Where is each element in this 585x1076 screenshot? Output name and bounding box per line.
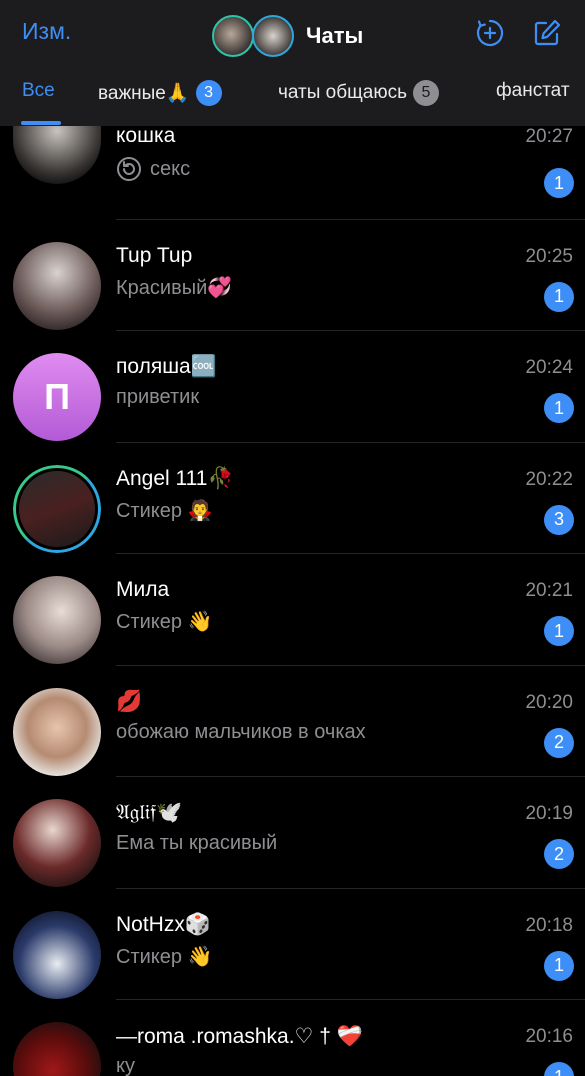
avatar <box>13 241 101 330</box>
chat-name: поляша🆒 <box>116 355 217 378</box>
title-group: Чаты <box>212 14 363 58</box>
story-avatar[interactable] <box>212 15 254 57</box>
avatar <box>13 576 101 664</box>
chat-time: 20:25 <box>525 245 573 267</box>
chat-preview-text: секс <box>150 157 191 180</box>
chats-screen: Изм. Чаты Все важные🙏 3 чаты общаюсь 5 ф… <box>0 0 585 1076</box>
chat-row[interactable]: 💋 обожаю мальчиков в очках 20:20 2 <box>0 666 585 777</box>
unread-badge: 2 <box>544 727 574 758</box>
avatar <box>13 464 101 553</box>
avatar <box>13 1022 101 1076</box>
chat-time: 20:21 <box>525 580 573 601</box>
page-title: Чаты <box>306 23 364 48</box>
unread-badge: 1 <box>544 616 574 646</box>
chat-time: 20:18 <box>525 914 573 936</box>
unread-badge: 3 <box>544 504 574 535</box>
chat-preview: Ема ты красивый <box>116 832 278 854</box>
avatar: П <box>13 353 101 441</box>
avatar-image <box>19 470 95 547</box>
tab-unread-badge: 3 <box>195 80 222 106</box>
chat-row[interactable]: П поляша🆒 приветик 20:24 1 <box>0 331 585 443</box>
story-avatar[interactable] <box>252 15 294 57</box>
avatar <box>13 799 101 887</box>
chat-preview: Стикер 👋 <box>116 945 213 968</box>
chat-list: кошка секс 20:27 1 Tup Tup Красивый💞 20:… <box>0 108 585 1076</box>
chat-time: 20:20 <box>525 691 573 713</box>
tab-important[interactable]: важные🙏 3 <box>98 80 222 106</box>
chat-row[interactable]: Мила Стикер 👋 20:21 1 <box>0 554 585 666</box>
chat-name: Tup Tup <box>116 243 193 267</box>
unread-badge: 1 <box>544 950 574 981</box>
chat-name: кошка <box>116 124 176 147</box>
compose-icon[interactable] <box>532 18 562 48</box>
chat-name: 💋 <box>116 689 143 713</box>
chat-time: 20:27 <box>525 126 573 147</box>
unread-badge: 2 <box>544 839 574 869</box>
tab-label: важные🙏 <box>98 83 190 104</box>
chat-row[interactable]: —roma .romashka.♡ † ❤️‍🩹 ку 20:16 1 <box>0 1000 585 1076</box>
stories-avatars[interactable] <box>212 14 298 58</box>
chat-row[interactable]: 𝔄𝔤𝔩𝔦𝔣🕊️ Ема ты красивый 20:19 2 <box>0 777 585 889</box>
chat-name: 𝔄𝔤𝔩𝔦𝔣🕊️ <box>116 801 183 824</box>
chat-preview: Красивый💞 <box>116 276 233 299</box>
chat-preview: Стикер 👋 <box>116 611 213 633</box>
chat-preview: Стикер 🧛 <box>116 499 213 522</box>
avatar <box>13 910 101 999</box>
plus-circle-icon[interactable] <box>475 18 505 48</box>
chat-name: Мила <box>116 578 170 601</box>
header: Изм. Чаты Все важные🙏 3 чаты общаюсь 5 ф… <box>0 0 585 126</box>
avatar <box>13 687 101 776</box>
tab-label: фанстат <box>496 80 570 101</box>
unread-badge: 1 <box>544 1062 574 1076</box>
chat-time: 20:16 <box>525 1026 573 1047</box>
chat-preview: обожаю мальчиков в очках <box>116 720 366 743</box>
chat-time: 20:24 <box>525 357 573 378</box>
chat-preview: ку <box>116 1055 135 1076</box>
tab-all[interactable]: Все <box>22 80 55 102</box>
tab-chats-talking[interactable]: чаты общаюсь 5 <box>278 80 439 106</box>
chat-name: Angel 111🥀 <box>116 466 234 490</box>
chat-row[interactable]: NotHzx🎲 Стикер 👋 20:18 1 <box>0 889 585 1000</box>
chat-row[interactable]: Tup Tup Красивый💞 20:25 1 <box>0 220 585 331</box>
folder-tabs: Все важные🙏 3 чаты общаюсь 5 фанстат <box>0 76 585 126</box>
tab-unread-badge: 5 <box>412 80 439 106</box>
unread-badge: 1 <box>544 393 574 423</box>
unread-badge: 1 <box>544 281 574 312</box>
forward-icon <box>117 157 141 181</box>
tab-label: чаты общаюсь <box>278 82 407 103</box>
chat-preview: секс <box>116 156 190 182</box>
chat-row[interactable]: Angel 111🥀 Стикер 🧛 20:22 3 <box>0 443 585 554</box>
unread-badge: 1 <box>544 168 574 198</box>
chat-time: 20:22 <box>525 468 573 490</box>
chat-name: —roma .romashka.♡ † ❤️‍🩹 <box>116 1025 363 1048</box>
tab-label: Все <box>22 80 55 101</box>
active-tab-indicator <box>21 121 61 125</box>
chat-name: NotHzx🎲 <box>116 912 211 936</box>
edit-button[interactable]: Изм. <box>22 18 71 45</box>
chat-time: 20:19 <box>525 803 573 824</box>
chat-preview: приветик <box>116 386 200 408</box>
tab-fanstat[interactable]: фанстат <box>496 80 570 102</box>
